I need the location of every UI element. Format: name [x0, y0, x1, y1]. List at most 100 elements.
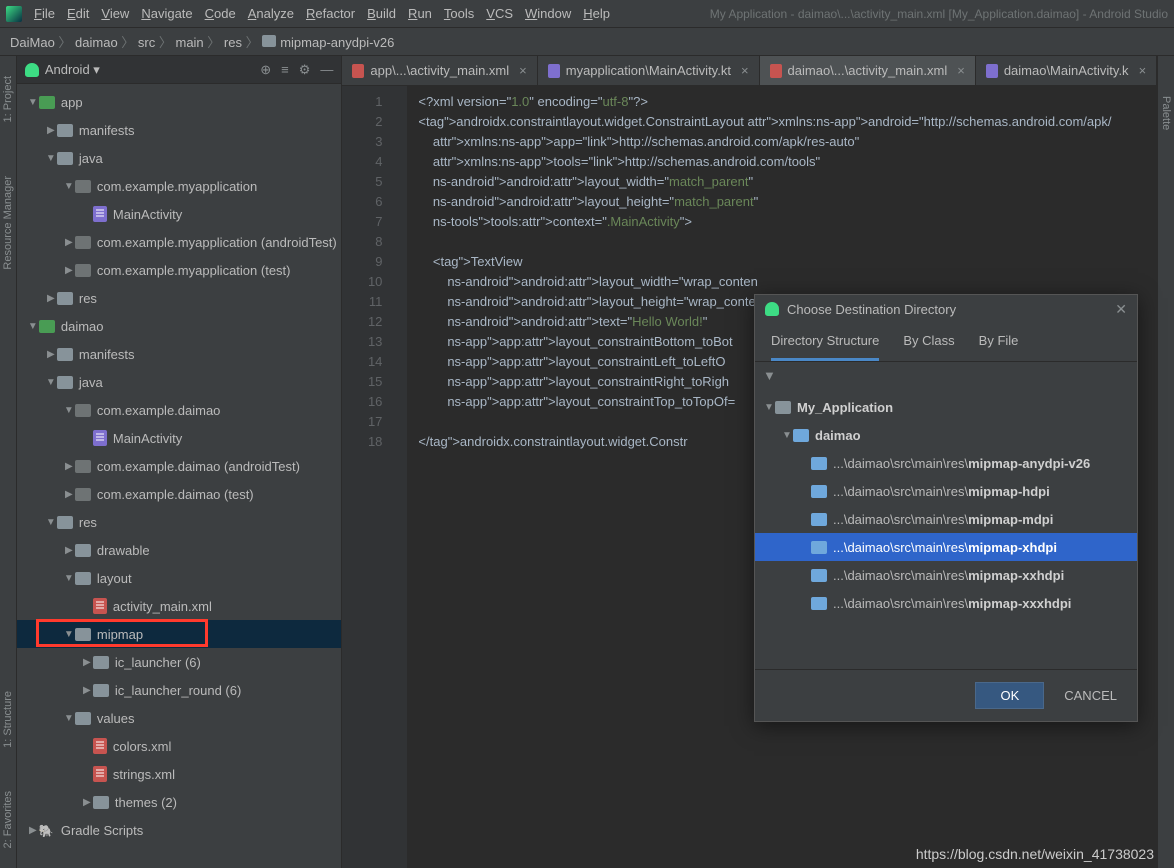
tree-label: MainActivity [113, 431, 182, 446]
project-tree[interactable]: ▼app▶manifests▼java▼com.example.myapplic… [17, 84, 342, 868]
dialog-tree-item[interactable]: ...\daimao\src\main\res\mipmap-xhdpi [755, 533, 1137, 561]
tree-item[interactable]: ▼values [17, 704, 342, 732]
breadcrumb-item[interactable]: mipmap-anydpi-v26 [262, 35, 394, 50]
tool-favorites[interactable]: 2: Favorites [2, 791, 14, 848]
tree-item[interactable]: ▶com.example.myapplication (test) [17, 256, 342, 284]
dialog-tab[interactable]: Directory Structure [771, 323, 879, 361]
dialog-tree-item[interactable]: ...\daimao\src\main\res\mipmap-mdpi [755, 505, 1137, 533]
dialog-tab[interactable]: By Class [903, 323, 954, 361]
tree-item[interactable]: ▼com.example.myapplication [17, 172, 342, 200]
ok-button[interactable]: OK [975, 682, 1044, 709]
tree-item[interactable]: activity_main.xml [17, 592, 342, 620]
tree-item[interactable]: MainActivity [17, 200, 342, 228]
menu-vcs[interactable]: VCS [480, 3, 519, 24]
menu-window[interactable]: Window [519, 3, 577, 24]
tree-item[interactable]: ▶drawable [17, 536, 342, 564]
tree-label: strings.xml [113, 767, 175, 782]
kt-icon [93, 430, 107, 446]
menu-navigate[interactable]: Navigate [135, 3, 198, 24]
tree-item[interactable]: ▼layout [17, 564, 342, 592]
line-gutter: 123456789101112131415161718 [342, 86, 392, 868]
editor-tab[interactable]: myapplication\MainActivity.kt× [538, 56, 760, 85]
close-tab-icon[interactable]: × [741, 63, 749, 78]
filter-icon[interactable]: ▼ [755, 362, 1137, 389]
editor-tab[interactable]: daimao\MainActivity.k× [976, 56, 1157, 85]
tree-item[interactable]: strings.xml [17, 760, 342, 788]
pkg-icon [75, 180, 91, 193]
breadcrumb-item[interactable]: src [138, 35, 155, 50]
close-icon[interactable]: ✕ [1115, 301, 1127, 318]
folder-icon [793, 429, 809, 442]
sidebar-view-dropdown[interactable]: Android ▾ [45, 62, 100, 78]
choose-directory-dialog: Choose Destination Directory ✕ Directory… [754, 294, 1138, 722]
tree-item[interactable]: ▼com.example.daimao [17, 396, 342, 424]
gear-icon[interactable]: ⚙ [299, 62, 311, 78]
tree-label: com.example.myapplication (test) [97, 263, 291, 278]
menu-help[interactable]: Help [577, 3, 616, 24]
breadcrumb-item[interactable]: res [224, 35, 242, 50]
folder-icon [811, 597, 827, 610]
tree-item[interactable]: ▶res [17, 284, 342, 312]
tree-item[interactable]: ▶Gradle Scripts [17, 816, 342, 844]
dialog-tree-item[interactable]: ...\daimao\src\main\res\mipmap-xxxhdpi [755, 589, 1137, 617]
tree-item[interactable]: ▼app [17, 88, 342, 116]
menu-run[interactable]: Run [402, 3, 438, 24]
dialog-tab[interactable]: By File [979, 323, 1019, 361]
menu-file[interactable]: File [28, 3, 61, 24]
tool-project[interactable]: 1: Project [2, 76, 14, 122]
breadcrumb-item[interactable]: main [175, 35, 203, 50]
menu-code[interactable]: Code [199, 3, 242, 24]
target-icon[interactable]: ⊕ [260, 62, 271, 78]
menu-tools[interactable]: Tools [438, 3, 480, 24]
tree-label: java [79, 151, 103, 166]
menu-edit[interactable]: Edit [61, 3, 95, 24]
close-tab-icon[interactable]: × [957, 63, 965, 78]
tree-item[interactable]: colors.xml [17, 732, 342, 760]
dialog-tree[interactable]: ▼My_Application▼daimao...\daimao\src\mai… [755, 389, 1137, 669]
breadcrumb-item[interactable]: DaiMao [10, 35, 55, 50]
tree-item[interactable]: ▶ic_launcher (6) [17, 648, 342, 676]
tree-item[interactable]: ▼daimao [17, 312, 342, 340]
menu-refactor[interactable]: Refactor [300, 3, 361, 24]
tree-item[interactable]: ▶manifests [17, 116, 342, 144]
tree-label: com.example.myapplication (androidTest) [97, 235, 337, 250]
editor-tab[interactable]: app\...\activity_main.xml× [342, 56, 537, 85]
tree-item[interactable]: ▶ic_launcher_round (6) [17, 676, 342, 704]
dialog-tree-item[interactable]: ▼My_Application [755, 393, 1137, 421]
tree-item[interactable]: ▼mipmap [17, 620, 342, 648]
menu-build[interactable]: Build [361, 3, 402, 24]
tree-label: Gradle Scripts [61, 823, 143, 838]
dialog-tree-item[interactable]: ...\daimao\src\main\res\mipmap-xxhdpi [755, 561, 1137, 589]
close-tab-icon[interactable]: × [519, 63, 527, 78]
dialog-title-bar: Choose Destination Directory ✕ [755, 295, 1137, 323]
breadcrumb-item[interactable]: daimao [75, 35, 118, 50]
tool-palette[interactable]: Palette [1160, 96, 1172, 130]
close-tab-icon[interactable]: × [1139, 63, 1147, 78]
collapse-icon[interactable]: ≡ [281, 62, 289, 78]
tool-structure[interactable]: 1: Structure [2, 691, 14, 748]
dialog-tree-item[interactable]: ▼daimao [755, 421, 1137, 449]
tree-item[interactable]: ▶com.example.daimao (androidTest) [17, 452, 342, 480]
menu-analyze[interactable]: Analyze [242, 3, 300, 24]
tree-item[interactable]: ▼res [17, 508, 342, 536]
tool-resource-manager[interactable]: Resource Manager [2, 176, 14, 270]
fold-icon [57, 376, 73, 389]
tree-item[interactable]: ▶manifests [17, 340, 342, 368]
editor-tab[interactable]: daimao\...\activity_main.xml× [760, 56, 976, 85]
dialog-tree-item[interactable]: ...\daimao\src\main\res\mipmap-anydpi-v2… [755, 449, 1137, 477]
tree-item[interactable]: ▶com.example.daimao (test) [17, 480, 342, 508]
tree-label: res [79, 515, 97, 530]
tree-item[interactable]: ▶themes (2) [17, 788, 342, 816]
pkg-icon [75, 264, 91, 277]
folder-icon [811, 457, 827, 470]
tree-label: colors.xml [113, 739, 172, 754]
tree-item[interactable]: MainActivity [17, 424, 342, 452]
hide-icon[interactable]: — [320, 62, 333, 78]
menu-view[interactable]: View [95, 3, 135, 24]
tree-item[interactable]: ▶com.example.myapplication (androidTest) [17, 228, 342, 256]
tree-item[interactable]: ▼java [17, 368, 342, 396]
menu-bar: FileEditViewNavigateCodeAnalyzeRefactorB… [0, 0, 1174, 28]
dialog-tree-item[interactable]: ...\daimao\src\main\res\mipmap-hdpi [755, 477, 1137, 505]
tree-item[interactable]: ▼java [17, 144, 342, 172]
cancel-button[interactable]: CANCEL [1064, 688, 1117, 703]
